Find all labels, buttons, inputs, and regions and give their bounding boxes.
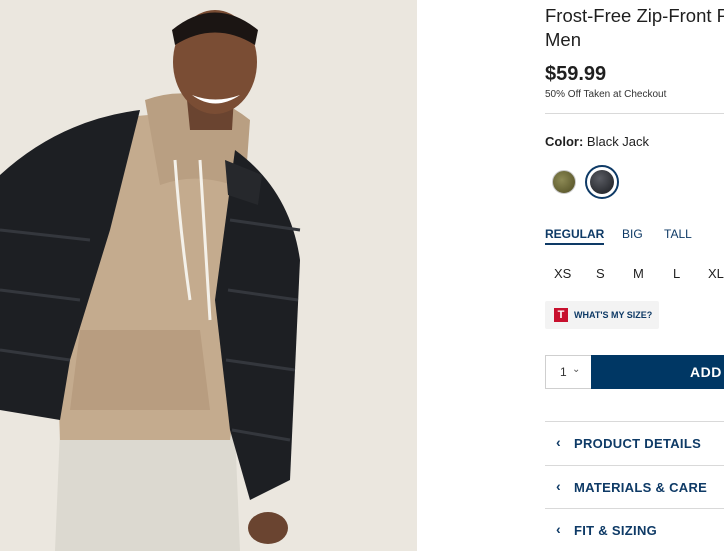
quantity-value: 1	[560, 365, 567, 379]
color-swatch-black-jack[interactable]	[585, 165, 619, 199]
whats-my-size-label: WHAT'S MY SIZE?	[574, 310, 653, 320]
product-title-line2: Men	[545, 29, 581, 50]
quantity-select[interactable]: 1 ⌄	[545, 355, 591, 389]
color-label-row: Color: Black Jack	[545, 134, 649, 149]
chevron-down-icon: ⌄	[572, 364, 581, 375]
accordion-label: MATERIALS & CARE	[574, 480, 708, 495]
product-title-line1: Frost-Free Zip-Front P	[545, 5, 724, 26]
color-label: Color:	[545, 134, 584, 149]
accordion-product-details[interactable]: ‹ PRODUCT DETAILS	[545, 421, 724, 465]
chevron-left-icon: ‹	[556, 478, 561, 494]
selected-color-name: Black Jack	[586, 134, 650, 149]
accordion-materials-care[interactable]: ‹ MATERIALS & CARE	[545, 465, 724, 509]
accordion-label: PRODUCT DETAILS	[574, 436, 702, 451]
tab-regular[interactable]: REGULAR	[545, 227, 605, 245]
size-l[interactable]: L	[673, 266, 680, 281]
size-xs[interactable]: XS	[554, 266, 571, 281]
promo-text: 50% Off Taken at Checkout	[545, 89, 667, 100]
product-price: $59.99	[545, 63, 607, 85]
product-info-panel: Frost-Free Zip-Front P Men $59.99 50% Of…	[545, 0, 724, 551]
size-xl[interactable]: XL	[708, 266, 724, 281]
tab-big[interactable]: BIG	[622, 227, 643, 241]
divider	[545, 113, 724, 114]
size-m[interactable]: M	[633, 266, 644, 281]
add-to-bag-button[interactable]: ADD	[591, 355, 724, 389]
product-image[interactable]	[0, 0, 417, 551]
chevron-left-icon: ‹	[556, 521, 561, 537]
color-swatch-olive[interactable]	[552, 170, 576, 194]
chevron-left-icon: ‹	[556, 434, 561, 450]
product-title: Frost-Free Zip-Front P Men	[545, 4, 724, 52]
tab-tall[interactable]: TALL	[664, 227, 692, 241]
product-photo-illustration	[0, 0, 417, 551]
accordion-label: FIT & SIZING	[574, 523, 658, 538]
whats-my-size-button[interactable]: T WHAT'S MY SIZE?	[545, 301, 659, 329]
add-button-label: ADD	[690, 364, 722, 380]
size-s[interactable]: S	[596, 266, 605, 281]
true-fit-icon: T	[554, 308, 568, 322]
accordion-fit-sizing[interactable]: ‹ FIT & SIZING	[545, 508, 724, 551]
